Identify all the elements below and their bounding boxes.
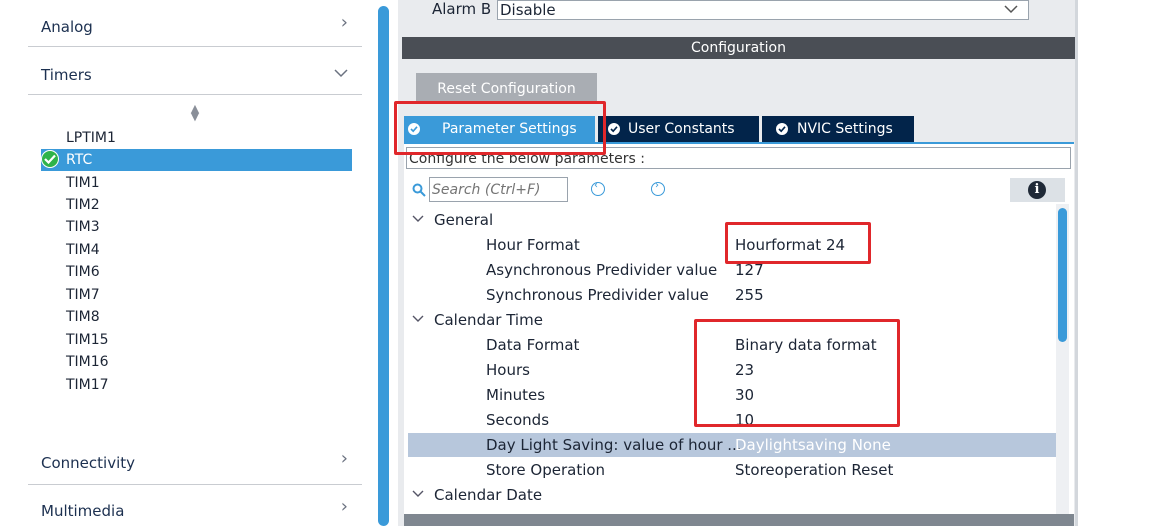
info-button[interactable]: i xyxy=(1010,178,1065,202)
tab-label: NVIC Settings xyxy=(797,121,893,137)
scrollbar-thumb[interactable] xyxy=(1058,208,1067,342)
param-value[interactable]: Storeoperation Reset xyxy=(735,461,893,479)
param-name: Minutes xyxy=(486,386,546,404)
category-label: Connectivity xyxy=(41,454,135,472)
param-name: Hour Format xyxy=(486,236,580,254)
highlight-box xyxy=(725,222,871,264)
highlight-box xyxy=(694,319,900,427)
alarm-b-select[interactable]: Disable xyxy=(497,0,1029,20)
param-value[interactable]: Daylightsaving None xyxy=(735,436,891,454)
search-icon xyxy=(412,182,426,201)
group-label: Calendar Time xyxy=(434,311,543,329)
info-icon: i xyxy=(1028,181,1046,199)
category-analog[interactable]: Analog › xyxy=(28,0,362,47)
peripheral-item[interactable]: TIM8 xyxy=(41,306,352,328)
category-label: Multimedia xyxy=(41,502,125,520)
param-row[interactable]: Synchronous Predivider value 255 xyxy=(408,283,1056,307)
alarm-b-label: Alarm B xyxy=(432,0,492,18)
peripheral-item[interactable]: TIM4 xyxy=(41,239,352,261)
chevron-down-icon xyxy=(1004,0,1018,19)
peripheral-item[interactable]: TIM2 xyxy=(41,194,352,216)
search-input[interactable] xyxy=(429,177,568,202)
next-result-icon[interactable]: › xyxy=(651,180,665,196)
peripheral-item[interactable]: TIM17 xyxy=(41,374,352,396)
reset-configuration-button[interactable]: Reset Configuration xyxy=(416,73,597,103)
group-calendar-date[interactable]: Calendar Date xyxy=(408,483,1056,507)
panel-divider xyxy=(1075,0,1078,526)
chevron-right-icon: › xyxy=(340,496,348,517)
peripheral-item[interactable]: TIM15 xyxy=(41,329,352,351)
highlight-box xyxy=(394,101,606,155)
peripheral-item[interactable]: TIM1 xyxy=(41,172,352,194)
category-label: Analog xyxy=(41,18,93,36)
peripheral-item[interactable]: TIM7 xyxy=(41,284,352,306)
sort-icon[interactable]: ▲ ▼ xyxy=(188,103,202,122)
peripheral-item[interactable]: TIM16 xyxy=(41,351,352,373)
left-scrollbar[interactable] xyxy=(378,6,389,526)
param-name: Asynchronous Predivider value xyxy=(486,261,718,279)
param-value[interactable]: 255 xyxy=(735,286,764,304)
check-icon xyxy=(41,150,59,168)
configuration-header: Configuration xyxy=(402,37,1075,59)
param-name: Hours xyxy=(486,361,530,379)
chevron-down-icon xyxy=(412,309,424,327)
param-name: Synchronous Predivider value xyxy=(486,286,709,304)
chevron-right-icon: › xyxy=(340,12,348,33)
check-circle-icon xyxy=(608,123,620,135)
tab-nvic-settings[interactable]: NVIC Settings xyxy=(762,116,914,142)
check-circle-icon xyxy=(776,123,788,135)
group-label: General xyxy=(434,211,494,229)
param-row-selected[interactable]: Day Light Saving: value of hour ... Dayl… xyxy=(408,433,1056,457)
param-name: Day Light Saving: value of hour ... xyxy=(486,436,742,454)
tab-label: User Constants xyxy=(628,121,735,137)
peripheral-item-rtc[interactable]: RTC xyxy=(41,149,352,171)
category-connectivity[interactable]: Connectivity › xyxy=(28,438,362,485)
group-label: Calendar Date xyxy=(434,486,543,504)
alarm-b-value: Disable xyxy=(500,1,556,19)
param-row[interactable]: Store Operation Storeoperation Reset xyxy=(408,458,1056,482)
param-name: Store Operation xyxy=(486,461,606,479)
category-label: Timers xyxy=(41,66,92,84)
peripheral-item[interactable]: TIM6 xyxy=(41,261,352,283)
param-name: Data Format xyxy=(486,336,580,354)
peripheral-panel: Analog › Timers ▲ ▼ LPTIM1 RTC TIM1 TIM2 … xyxy=(0,0,375,526)
peripheral-item[interactable]: LPTIM1 xyxy=(41,127,352,149)
peripheral-item[interactable]: TIM3 xyxy=(41,216,352,238)
chevron-down-icon xyxy=(412,484,424,502)
horizontal-scrollbar[interactable] xyxy=(404,514,1074,526)
chevron-down-icon xyxy=(412,209,424,227)
tab-user-constants[interactable]: User Constants xyxy=(598,116,759,142)
chevron-right-icon: › xyxy=(340,448,348,469)
previous-result-icon[interactable]: ‹ xyxy=(591,180,605,196)
category-multimedia[interactable]: Multimedia › xyxy=(28,486,362,532)
chevron-down-icon xyxy=(334,62,348,83)
category-timers[interactable]: Timers xyxy=(28,48,362,95)
param-name: Seconds xyxy=(486,411,550,429)
